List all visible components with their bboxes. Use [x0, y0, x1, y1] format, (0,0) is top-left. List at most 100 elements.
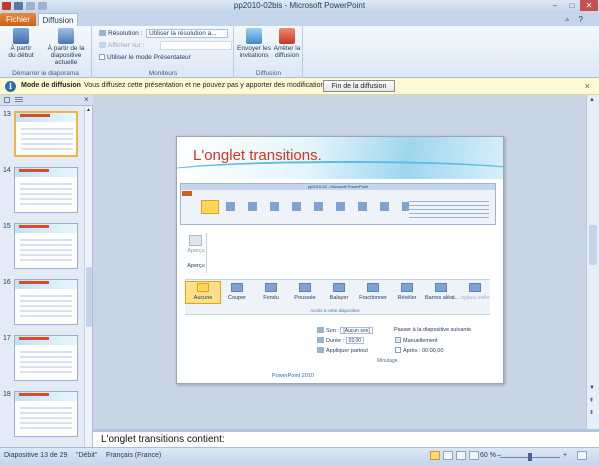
presenter-view-row[interactable]: Utiliser le mode Présentateur — [99, 54, 191, 61]
zoom-level[interactable]: 60 % — [480, 452, 496, 459]
scroll-thumb[interactable] — [589, 225, 597, 265]
panel-scrollbar[interactable]: ▲ — [84, 107, 92, 447]
help-icon[interactable]: ? — [579, 15, 583, 24]
minimize-button[interactable]: – — [546, 0, 564, 11]
slides-tab-icon[interactable] — [4, 97, 10, 103]
duration-field[interactable]: 02,00 — [345, 337, 365, 345]
slide-thumbnail[interactable] — [14, 279, 78, 325]
transition-option[interactable]: Couper — [221, 295, 253, 301]
show-on-select[interactable] — [160, 41, 233, 50]
transition-option[interactable]: Aucune — [187, 295, 219, 301]
stop-broadcast-button[interactable]: Arrêter la diffusion — [271, 28, 303, 59]
current-slide[interactable]: L'onglet transitions. pp2010-02 - Micros… — [176, 136, 504, 384]
theme-name: "Débit" — [76, 452, 98, 459]
preview-group-label: Aperçu — [187, 263, 205, 269]
slide-thumbnail[interactable] — [14, 111, 78, 157]
after-checkbox[interactable] — [395, 347, 401, 353]
slide-thumbnail-number: 17 — [3, 335, 11, 342]
slide-thumbnail[interactable] — [14, 223, 78, 269]
sound-icon — [317, 327, 324, 333]
scroll-down-icon[interactable]: ▼ — [589, 385, 595, 391]
panel-scroll-thumb[interactable] — [86, 267, 92, 327]
thumbnail-title — [19, 281, 49, 284]
transition-option[interactable]: Balayer — [323, 295, 355, 301]
next-slide-icon[interactable]: ⇟ — [589, 409, 594, 416]
panel-close-icon[interactable]: × — [84, 95, 89, 104]
thumbnail-body — [21, 125, 73, 151]
resolution-select[interactable]: Utiliser la résolution a... — [146, 29, 229, 38]
inner-window-title: pp2010-02 - Microsoft PowerPoint — [181, 184, 495, 190]
send-invitations-icon — [246, 28, 262, 44]
end-broadcast-button[interactable]: Fin de la diffusion — [323, 80, 395, 92]
slide-scrollbar[interactable]: ▲ ▼ ⇞ ⇟ — [586, 95, 599, 429]
language-indicator[interactable]: Français (France) — [106, 452, 161, 459]
thumbnail-body — [20, 348, 72, 374]
transition-icon — [435, 283, 447, 292]
outline-tab-icon[interactable] — [15, 97, 23, 103]
previous-slide-icon[interactable]: ⇞ — [589, 397, 594, 404]
slide-thumbnail-number: 16 — [3, 279, 11, 286]
resolution-icon — [99, 30, 106, 37]
sound-select[interactable]: [Aucun son] — [340, 327, 373, 335]
slide-thumbnail[interactable] — [14, 167, 78, 213]
group-broadcast: Envoyer les invitations Arrêter la diffu… — [235, 26, 303, 78]
normal-view-icon[interactable] — [430, 451, 440, 460]
ribbon-tabs: Fichier Diffusion ? ▵ — [0, 12, 599, 26]
close-button[interactable]: ✕ — [580, 0, 598, 11]
transition-icon — [265, 283, 277, 292]
presenter-view-checkbox[interactable] — [99, 54, 105, 60]
slide-thumbnail[interactable] — [14, 335, 78, 381]
transition-option[interactable]: Options d'effet — [459, 295, 491, 300]
scroll-up-icon[interactable]: ▲ — [589, 97, 595, 103]
zoom-slider-thumb[interactable] — [528, 453, 532, 461]
duration-row[interactable]: Durée : 02,00 — [317, 337, 365, 345]
transition-option[interactable]: Poussée — [289, 295, 321, 301]
notes-pane[interactable]: L'onglet transitions contient: — [93, 429, 599, 447]
transition-option[interactable]: Barres aléat... — [425, 295, 459, 301]
slides-panel: × 13 14 15 16 17 18 ▲ — [0, 95, 93, 447]
fit-to-window-icon[interactable] — [577, 451, 587, 460]
reading-view-icon[interactable] — [456, 451, 466, 460]
maximize-button[interactable]: □ — [563, 0, 581, 11]
scroll-up-icon[interactable]: ▲ — [86, 107, 91, 113]
on-click-checkbox[interactable] — [395, 337, 401, 343]
group-start-slideshow: À partir du début À partir de la diaposi… — [0, 26, 92, 78]
slide-sorter-icon[interactable] — [443, 451, 453, 460]
on-click-row[interactable]: Manuellement — [395, 337, 438, 344]
from-beginning-button[interactable]: À partir du début — [3, 28, 39, 59]
message-bar-close-icon[interactable]: × — [585, 81, 590, 91]
stop-broadcast-icon — [279, 28, 295, 44]
slideshow-view-icon[interactable] — [469, 451, 479, 460]
send-invitations-button[interactable]: Envoyer les invitations — [237, 28, 271, 59]
transition-option[interactable]: Révéler — [391, 295, 423, 301]
panel-tabs: × — [0, 95, 93, 106]
transition-option[interactable]: Fondu — [255, 295, 287, 301]
zoom-in-button[interactable]: + — [563, 452, 567, 459]
inner-timing-options — [409, 198, 489, 220]
preview-icon — [189, 235, 202, 246]
transition-icon — [333, 283, 345, 292]
after-row[interactable]: Après : 00:00,00 — [395, 347, 443, 354]
resolution-row: Résolution : Utiliser la résolution a... — [99, 29, 229, 38]
monitor-icon — [99, 42, 106, 49]
slideshow-current-icon — [58, 28, 74, 44]
thumbnail-body — [20, 404, 72, 430]
transitions-group-label: Accès à cette diapositive — [310, 308, 360, 313]
tab-broadcast[interactable]: Diffusion — [38, 13, 78, 26]
slide-preview-group: Aperçu Aperçu — [185, 233, 207, 273]
timing-group-label: Minutage — [377, 358, 398, 364]
from-current-slide-button[interactable]: À partir de la diapositive actuelle — [40, 28, 92, 66]
thumbnail-body — [20, 292, 72, 318]
transition-option[interactable]: Fractionner — [357, 295, 389, 301]
apply-all-button[interactable]: Appliquer partout — [317, 347, 368, 354]
sound-row[interactable]: Son : [Aucun son] — [317, 327, 373, 335]
slide-thumbnail-number: 18 — [3, 391, 11, 398]
slide-thumbnail[interactable] — [14, 391, 78, 437]
preview-label: Aperçu — [187, 248, 205, 254]
duration-icon — [317, 337, 324, 343]
advance-slide-label: Passer à la diapositive suivante — [394, 327, 472, 333]
tab-file[interactable]: Fichier — [0, 13, 36, 26]
thumbnail-title — [19, 337, 49, 340]
ribbon-collapse-icon[interactable]: ▵ — [565, 15, 569, 23]
thumbnail-body — [20, 236, 72, 262]
